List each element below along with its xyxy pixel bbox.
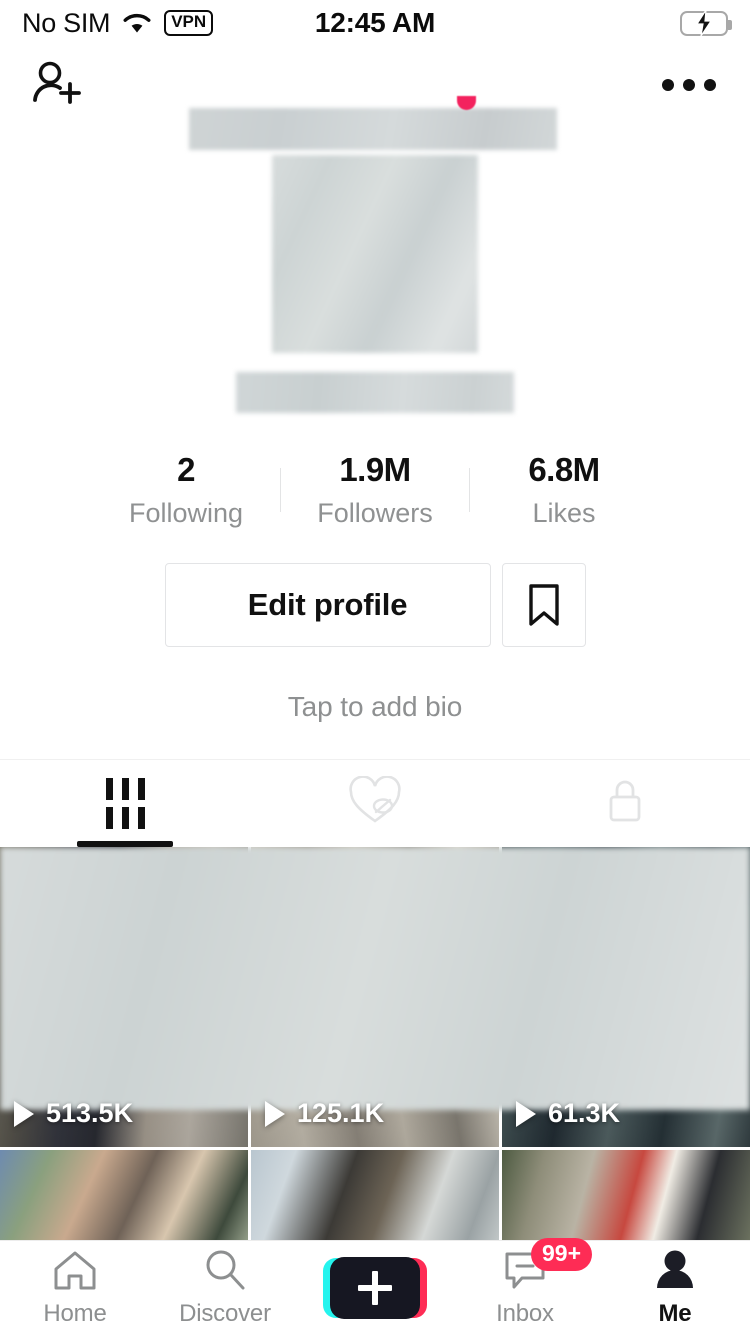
- username-redacted[interactable]: [189, 108, 557, 150]
- tab-label: Inbox: [496, 1300, 554, 1327]
- tab-videos[interactable]: [0, 760, 250, 848]
- stat-label: Following: [128, 497, 244, 528]
- stat-value: 1.9M: [339, 451, 411, 488]
- stat-label: Likes: [532, 497, 596, 528]
- status-bar-right: [680, 10, 732, 36]
- create-plus-icon[interactable]: [330, 1256, 420, 1319]
- carrier-label: No SIM: [22, 7, 111, 38]
- tab-private[interactable]: [500, 760, 750, 847]
- profile-actions: Edit profile: [164, 563, 586, 648]
- bio-placeholder[interactable]: Tap to add bio: [288, 691, 463, 723]
- profile-top-nav: [0, 46, 750, 150]
- stat-value: 6.8M: [528, 451, 600, 488]
- tab-create[interactable]: [300, 1241, 450, 1334]
- edit-profile-button[interactable]: Edit profile: [164, 563, 491, 648]
- tab-label: Me: [658, 1300, 692, 1327]
- profile-stats: 2 Following 1.9M Followers 6.8M Likes: [0, 451, 750, 529]
- message-icon: 99+: [502, 1238, 593, 1293]
- stat-value: 2: [177, 451, 195, 488]
- tab-me[interactable]: Me: [600, 1241, 750, 1334]
- play-count-badge: 125.1K: [265, 1098, 384, 1129]
- profile-handle-redacted: [236, 372, 514, 413]
- stat-followers[interactable]: 1.9M Followers: [300, 451, 450, 529]
- stat-divider: [469, 468, 470, 513]
- video-grid: 513.5K 125.1K 61.3K: [0, 847, 750, 1240]
- video-thumbnail[interactable]: [502, 1150, 750, 1240]
- heart-hidden-icon: [348, 775, 402, 831]
- play-count-badge: 61.3K: [516, 1098, 620, 1129]
- home-icon: [51, 1247, 99, 1293]
- video-thumbnail[interactable]: [0, 1150, 248, 1240]
- tiktok-profile-screen: No SIM VPN 12:45 AM 2 Following 1.9M Fol…: [0, 0, 750, 1334]
- play-count-label: 125.1K: [297, 1098, 385, 1129]
- status-bar: No SIM VPN 12:45 AM: [0, 0, 750, 46]
- tab-label: Discover: [179, 1300, 271, 1327]
- tab-label: Home: [43, 1300, 107, 1327]
- inbox-badge: 99+: [531, 1238, 593, 1271]
- search-icon: [202, 1247, 248, 1293]
- vpn-badge: VPN: [164, 10, 214, 36]
- stat-label: Followers: [317, 497, 433, 528]
- wifi-icon: [122, 11, 152, 35]
- status-bar-left: No SIM VPN: [22, 7, 214, 39]
- bottom-tab-bar: Home Discover 99+ Inbox Me: [0, 1238, 750, 1334]
- avatar[interactable]: [272, 155, 478, 353]
- stat-following[interactable]: 2 Following: [111, 451, 261, 529]
- tab-discover[interactable]: Discover: [150, 1241, 300, 1334]
- person-icon: [653, 1247, 697, 1293]
- ellipsis-icon[interactable]: [654, 55, 724, 115]
- tab-home[interactable]: Home: [0, 1241, 150, 1334]
- tab-inbox[interactable]: 99+ Inbox: [450, 1238, 600, 1334]
- play-icon: [516, 1100, 536, 1127]
- content-redacted-overlay: [0, 847, 750, 1111]
- lock-icon: [603, 775, 647, 832]
- battery-charging-icon: [680, 10, 732, 36]
- add-person-icon[interactable]: [26, 55, 86, 115]
- play-count-label: 513.5K: [46, 1098, 134, 1129]
- stat-likes[interactable]: 6.8M Likes: [489, 451, 639, 529]
- grid-icon: [105, 778, 145, 801]
- play-icon: [14, 1100, 34, 1127]
- content-tabs: [0, 759, 750, 848]
- stat-divider: [280, 468, 281, 513]
- tab-liked[interactable]: [250, 760, 500, 847]
- bookmark-icon[interactable]: [501, 563, 586, 648]
- video-thumbnail[interactable]: [251, 1150, 499, 1240]
- play-count-label: 61.3K: [548, 1098, 621, 1129]
- play-count-badge: 513.5K: [14, 1098, 133, 1129]
- play-icon: [265, 1100, 285, 1127]
- profile-header: 2 Following 1.9M Followers 6.8M Likes Ed…: [0, 124, 750, 723]
